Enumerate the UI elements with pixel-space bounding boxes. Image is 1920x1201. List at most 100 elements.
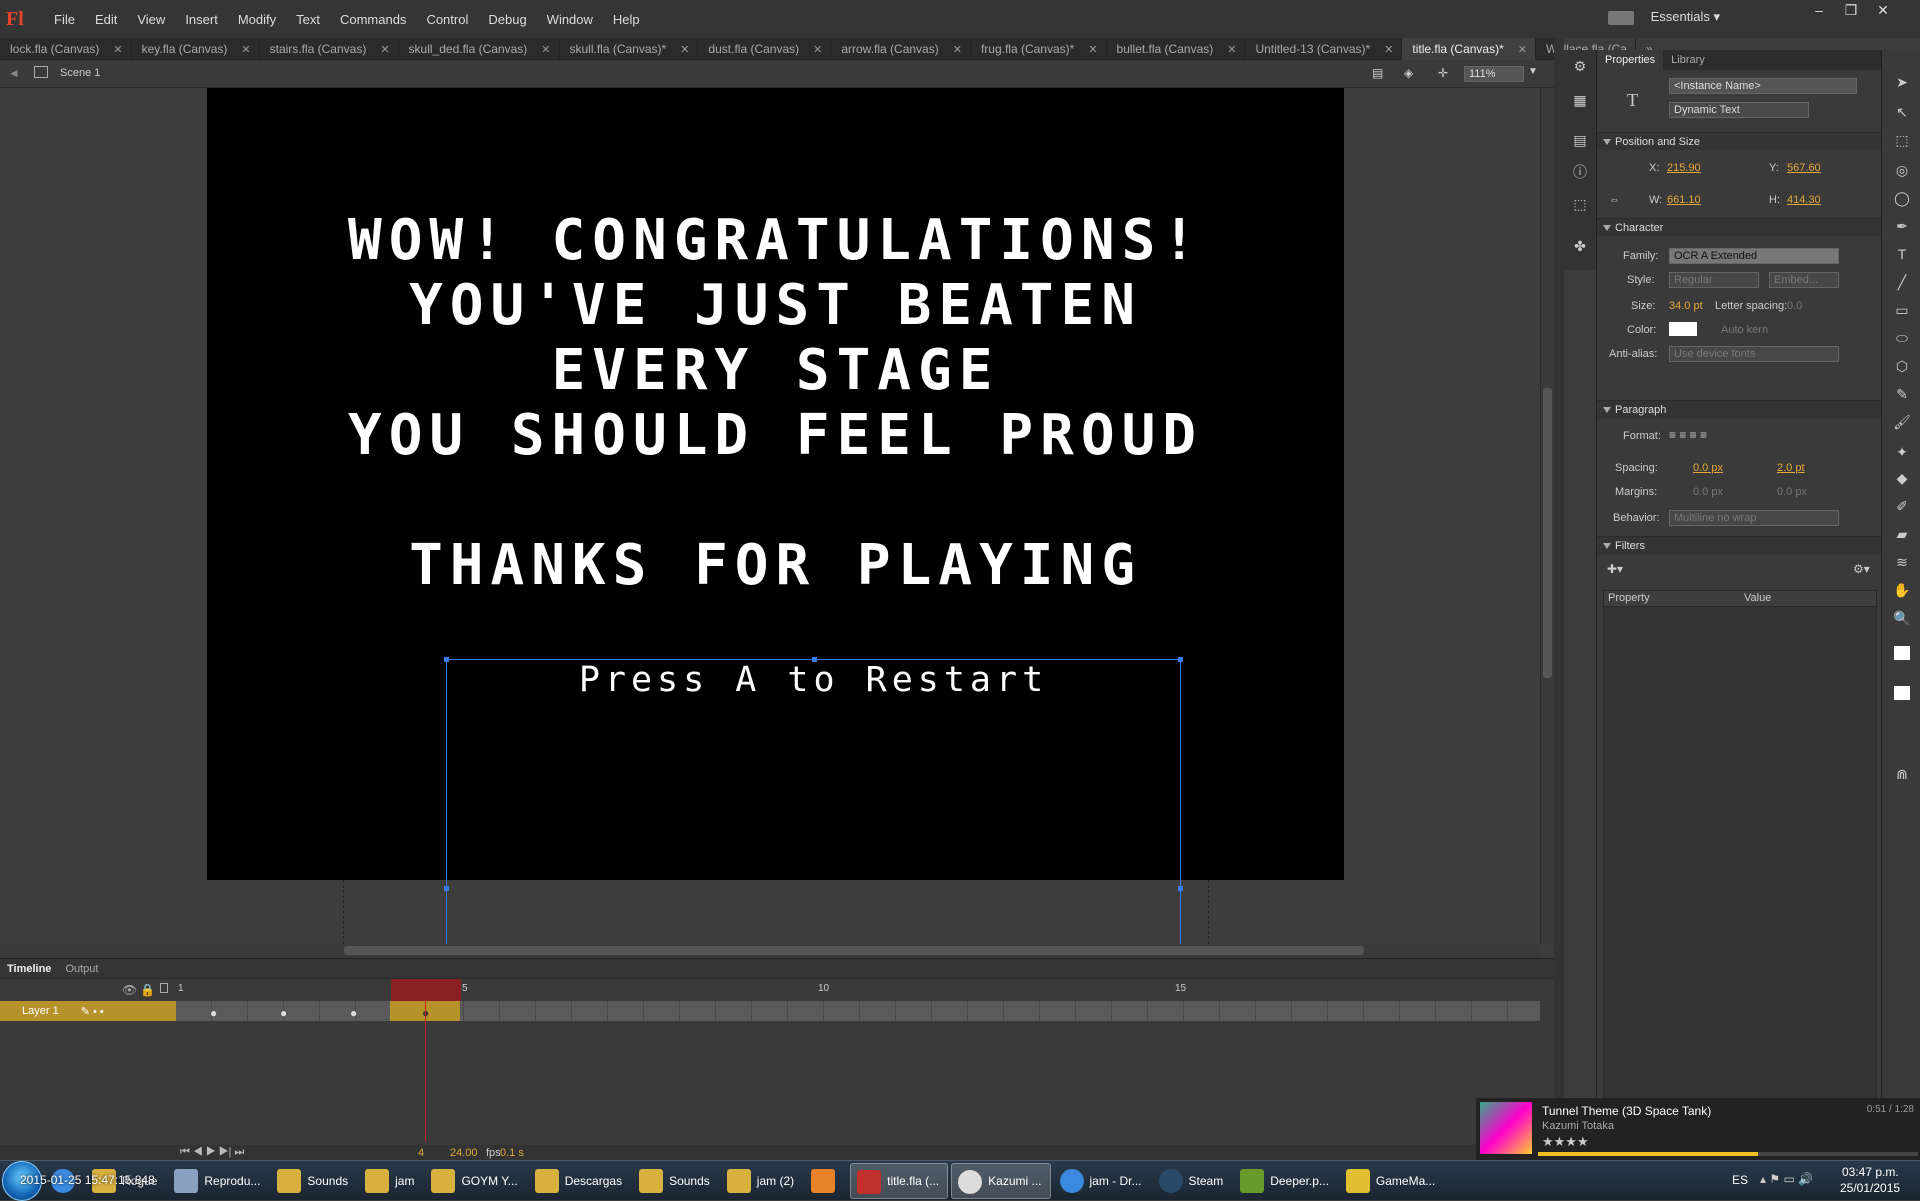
taskbar-item[interactable]: Kazumi ... <box>951 1162 1051 1199</box>
doc-tab[interactable]: skull.fla (Canvas)* ✕ <box>560 38 699 60</box>
menu-control[interactable]: Control <box>416 12 478 27</box>
info-icon[interactable]: ⓘ <box>1570 162 1590 182</box>
close-tab-icon[interactable]: ✕ <box>113 43 122 56</box>
snap-icon[interactable]: ⋒ <box>1892 764 1912 784</box>
minimize-icon[interactable]: – <box>1806 2 1832 20</box>
hand-tool-icon[interactable]: ✋ <box>1892 580 1912 600</box>
close-tab-icon[interactable]: ✕ <box>680 43 689 56</box>
clock-date[interactable]: 25/01/2015 <box>1840 1181 1900 1195</box>
sync-settings-icon[interactable] <box>1608 11 1634 25</box>
tab-library[interactable]: Library <box>1663 54 1713 66</box>
doc-tab[interactable]: Untitled-13 (Canvas)* ✕ <box>1245 38 1403 60</box>
close-tab-icon[interactable]: ✕ <box>380 43 389 56</box>
frame-ruler[interactable]: 👁 🔒 1 5 10 15 <box>0 979 1554 1001</box>
close-tab-icon[interactable]: ✕ <box>241 43 250 56</box>
spacing-indent[interactable]: 0.0 px <box>1693 462 1723 474</box>
resize-handle[interactable] <box>444 657 449 662</box>
selected-text-field[interactable]: Press A to Restart <box>444 657 1183 944</box>
taskbar-item[interactable]: GameMa... <box>1340 1163 1443 1199</box>
letter-spacing-value[interactable]: 0.0 <box>1787 300 1802 312</box>
size-value[interactable]: 34.0 pt <box>1669 300 1703 312</box>
tab-timeline[interactable]: Timeline <box>0 963 58 975</box>
playback-controls-icon[interactable]: ⏮ ◀ ▶ ▶| ⏭ <box>180 1146 244 1159</box>
rectangle-tool-icon[interactable]: ▭ <box>1892 300 1912 320</box>
taskbar-item[interactable]: Steam <box>1153 1163 1232 1199</box>
free-transform-icon[interactable]: ⬚ <box>1892 130 1912 150</box>
link-icon[interactable]: ⇔ <box>1609 194 1620 206</box>
resize-handle[interactable] <box>444 886 449 891</box>
menu-help[interactable]: Help <box>603 12 650 27</box>
character-header[interactable]: Character <box>1597 218 1882 236</box>
stroke-color-swatch[interactable] <box>1894 646 1910 660</box>
restore-icon[interactable]: ❐ <box>1838 2 1864 20</box>
lock-icon[interactable]: 🔒 <box>140 983 155 997</box>
outline-icon[interactable] <box>160 983 168 993</box>
align-icon[interactable]: ▦ <box>1570 90 1590 110</box>
pencil-tool-icon[interactable]: ✎ <box>1892 384 1912 404</box>
margin-left[interactable]: 0.0 px <box>1693 486 1723 498</box>
menu-file[interactable]: File <box>44 12 85 27</box>
filters-header[interactable]: Filters <box>1597 536 1882 554</box>
layer-row[interactable]: Layer 1 ✎ • • ● ● ● ● <box>0 1001 1540 1021</box>
menu-insert[interactable]: Insert <box>175 12 228 27</box>
paint-bucket-icon[interactable]: ◆ <box>1892 468 1912 488</box>
eye-icon[interactable]: 👁 <box>122 983 137 997</box>
width-tool-icon[interactable]: ≋ <box>1892 552 1912 572</box>
scroll-thumb[interactable] <box>344 946 1364 955</box>
menu-text[interactable]: Text <box>286 12 330 27</box>
scroll-thumb[interactable] <box>1543 388 1552 678</box>
fill-color-swatch[interactable] <box>1894 686 1910 700</box>
close-tab-icon[interactable]: ✕ <box>1088 43 1097 56</box>
keyframe[interactable]: ● <box>210 1006 217 1020</box>
transform-icon[interactable]: ⬚ <box>1570 194 1590 214</box>
lasso-icon[interactable]: ◯ <box>1892 188 1912 208</box>
taskbar-item[interactable] <box>805 1163 847 1199</box>
font-family-dropdown[interactable]: OCR A Extended <box>1669 248 1839 264</box>
oval-tool-icon[interactable]: ⬭ <box>1892 328 1912 348</box>
filter-options-icon[interactable]: ⚙▾ <box>1853 562 1870 576</box>
zoom-field[interactable]: 111% <box>1464 66 1524 82</box>
doc-tab[interactable]: bullet.fla (Canvas) ✕ <box>1107 38 1246 60</box>
clock-time[interactable]: 03:47 p.m. <box>1842 1165 1899 1179</box>
doc-tab-active[interactable]: title.fla (Canvas)* ✕ <box>1402 38 1536 60</box>
brush-tool-icon[interactable]: 🖌 <box>1892 412 1912 432</box>
spacing-line[interactable]: 2.0 pt <box>1777 462 1805 474</box>
vertical-scrollbar[interactable] <box>1540 88 1554 944</box>
position-size-header[interactable]: Position and Size <box>1597 132 1882 150</box>
polystar-tool-icon[interactable]: ⬡ <box>1892 356 1912 376</box>
layer-name-cell[interactable]: Layer 1 ✎ • • <box>0 1001 176 1021</box>
doc-tab[interactable]: key.fla (Canvas) ✕ <box>132 38 260 60</box>
menu-debug[interactable]: Debug <box>478 12 536 27</box>
menu-edit[interactable]: Edit <box>85 12 127 27</box>
keyframe[interactable]: ● <box>280 1006 287 1020</box>
taskbar-item[interactable]: jam (2) <box>721 1163 802 1199</box>
back-arrow-icon[interactable]: ◄ <box>8 66 20 80</box>
taskbar-item[interactable]: Descargas <box>529 1163 630 1199</box>
menu-view[interactable]: View <box>127 12 175 27</box>
close-tab-icon[interactable]: ✕ <box>953 43 962 56</box>
subselection-tool-icon[interactable]: ↖ <box>1892 102 1912 122</box>
close-tab-icon[interactable]: ✕ <box>813 43 822 56</box>
color-swatch[interactable] <box>1669 322 1697 336</box>
workspace-switcher[interactable]: Essentials ▾ <box>1651 9 1720 25</box>
color-icon[interactable]: ▤ <box>1570 130 1590 150</box>
doc-tab[interactable]: frug.fla (Canvas)* ✕ <box>971 38 1107 60</box>
doc-tab[interactable]: dust.fla (Canvas) ✕ <box>698 38 832 60</box>
y-value[interactable]: 567.60 <box>1787 162 1821 174</box>
w-value[interactable]: 661.10 <box>1667 194 1701 206</box>
margin-right[interactable]: 0.0 px <box>1777 486 1807 498</box>
line-tool-icon[interactable]: ╱ <box>1892 272 1912 292</box>
zoom-dropdown-icon[interactable]: ▼ <box>1528 66 1538 77</box>
pen-tool-icon[interactable]: ✒ <box>1892 216 1912 236</box>
current-frame[interactable]: 4 <box>418 1147 424 1159</box>
bone-tool-icon[interactable]: ✦ <box>1892 442 1912 462</box>
tray-icons[interactable]: ▴ ⚑ ▭ 🔊 <box>1760 1172 1813 1186</box>
taskbar-item[interactable]: jam <box>359 1163 422 1199</box>
language-indicator[interactable]: ES <box>1732 1173 1748 1187</box>
track-rating[interactable]: ★★★★ <box>1542 1134 1589 1150</box>
doc-tab[interactable]: arrow.fla (Canvas) ✕ <box>831 38 971 60</box>
keyframe[interactable]: ● <box>350 1006 357 1020</box>
selection-tool-icon[interactable]: ➤ <box>1892 72 1912 92</box>
close-tab-icon[interactable]: ✕ <box>541 43 550 56</box>
edit-symbol-icon[interactable]: ◈ <box>1404 66 1413 80</box>
